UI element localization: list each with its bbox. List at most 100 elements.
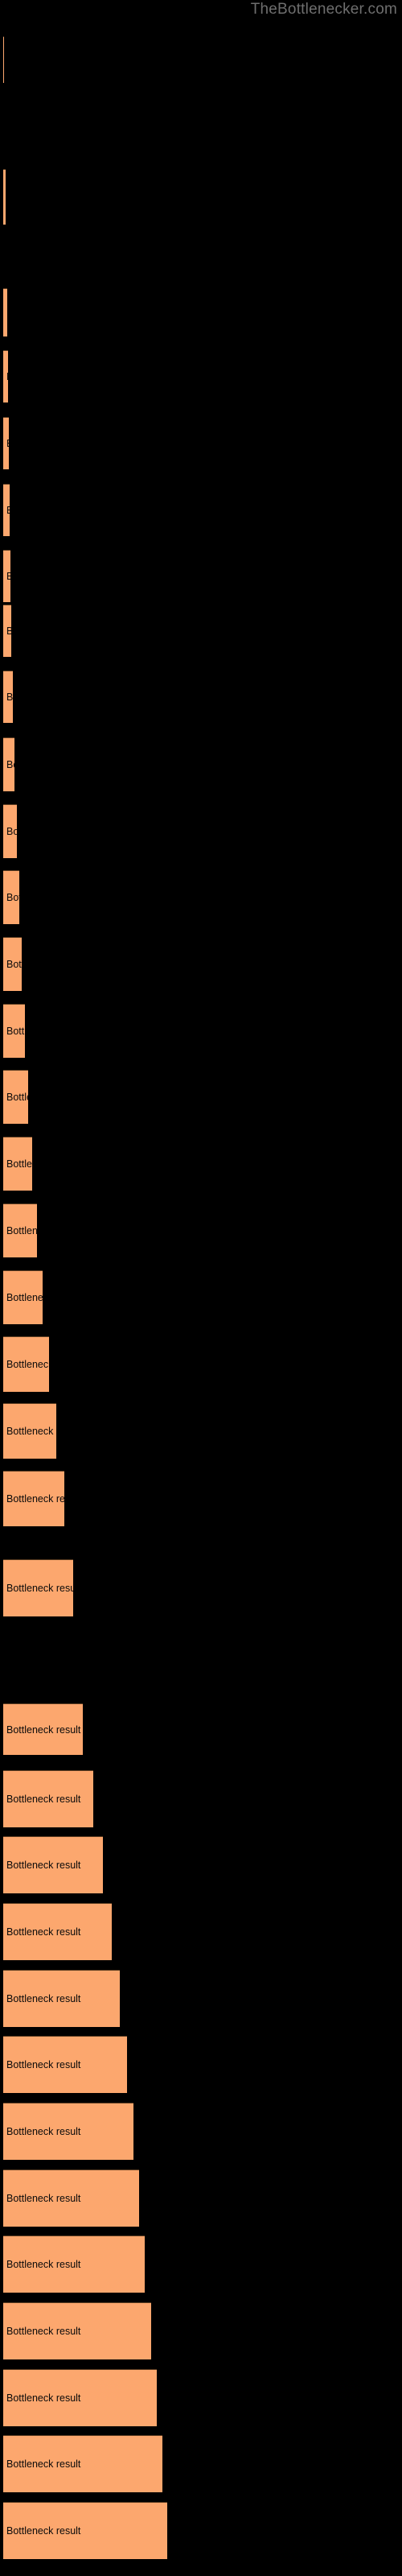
bottleneck-result-bar[interactable]: Bottleneck result [3, 1559, 73, 1616]
bottleneck-result-bar[interactable]: Bottleneck result [3, 1770, 93, 1827]
bar-label: Bottleneck result [6, 892, 19, 903]
bar-row: Bottleneck result [0, 804, 402, 858]
bottleneck-result-bar[interactable]: Bottleneck result [3, 1336, 49, 1392]
bar-label: Bottleneck result [6, 1724, 81, 1736]
bar-row: Bottleneck result [0, 1903, 402, 1960]
bar-row: Bottleneck result [0, 1403, 402, 1459]
bottleneck-result-bar[interactable]: Bottleneck result [3, 870, 19, 924]
bar-label: Bottleneck result [6, 2458, 81, 2470]
bar-row: Bottleneck result [0, 737, 402, 791]
bar-label: Bottleneck result [6, 1158, 32, 1170]
bar-row: Bottleneck result [0, 1336, 402, 1392]
bar-label: Bottleneck result [6, 2392, 81, 2404]
bar-label: Bottleneck result [6, 1092, 28, 1103]
bar-row: Bottleneck result [0, 1970, 402, 2027]
bar-row: Bottleneck result [0, 288, 402, 336]
bar-row: Bottleneck result [0, 1270, 402, 1324]
bar-label: Bottleneck result [6, 1583, 73, 1594]
bar-label: Bottleneck result [6, 438, 9, 449]
bottleneck-result-bar[interactable]: Bottleneck result [3, 2302, 151, 2359]
bottleneck-result-bar[interactable]: Bottleneck result [3, 1403, 56, 1459]
bar-label: Bottleneck result [6, 1225, 37, 1236]
bottleneck-result-bar[interactable]: Bottleneck result [3, 671, 13, 723]
bar-row: Bottleneck result [0, 169, 402, 225]
bar-row: Bottleneck result [0, 671, 402, 723]
bar-row: Bottleneck result [0, 1703, 402, 1755]
bar-row: Bottleneck result [0, 484, 402, 536]
bottleneck-result-bar[interactable]: Bottleneck result [3, 1703, 83, 1755]
bar-label: Bottleneck result [6, 2193, 81, 2204]
bar-label: Bottleneck result [6, 1426, 56, 1437]
bottleneck-result-bar[interactable]: Bottleneck result [3, 350, 8, 402]
bottleneck-result-bar[interactable]: Bottleneck result [3, 484, 10, 536]
bottleneck-result-bar[interactable]: Bottleneck result [3, 1471, 64, 1526]
bar-label: Bottleneck result [6, 505, 10, 516]
bar-row: Bottleneck result [0, 1070, 402, 1124]
bottleneck-result-bar[interactable]: Bottleneck result [3, 2435, 162, 2492]
bar-row: Bottleneck result [0, 350, 402, 402]
bar-label: Bottleneck result [6, 759, 14, 770]
bottleneck-result-bar[interactable]: Bottleneck result [3, 1970, 120, 2027]
bottleneck-result-bar[interactable]: Bottleneck result [3, 804, 17, 858]
bar-label: Bottleneck result [6, 691, 13, 703]
bar-label: Bottleneck result [6, 571, 10, 582]
bottleneck-result-bar[interactable]: Bottleneck result [3, 2502, 167, 2559]
bar-row: Bottleneck result [0, 1203, 402, 1257]
bar-label: Bottleneck result [6, 959, 22, 970]
bar-label: Bottleneck result [6, 2326, 81, 2337]
bottleneck-result-bar[interactable]: Bottleneck result [3, 1137, 32, 1191]
bar-label: Bottleneck result [6, 371, 8, 382]
bottleneck-result-bar[interactable]: Bottleneck result [3, 937, 22, 991]
bar-row: Bottleneck result [0, 2369, 402, 2426]
bar-label: Bottleneck result [6, 2525, 81, 2537]
bar-row: Bottleneck result [0, 1137, 402, 1191]
bar-row: Bottleneck result [0, 2169, 402, 2227]
bar-label: Bottleneck result [6, 625, 11, 637]
bar-row: Bottleneck result [0, 2103, 402, 2160]
bar-row: Bottleneck result [0, 605, 402, 657]
bottleneck-result-bar[interactable]: Bottleneck result [3, 2369, 157, 2426]
bottleneck-result-bar[interactable]: Bottleneck result [3, 605, 11, 657]
bottleneck-result-bar[interactable]: Bottleneck result [3, 288, 7, 336]
bar-label: Bottleneck result [6, 2259, 81, 2270]
bottleneck-result-bar[interactable]: Bottleneck result [3, 1004, 25, 1058]
bottleneck-result-bar[interactable]: Bottleneck result [3, 737, 14, 791]
bottleneck-result-bar[interactable]: Bottleneck result [3, 1270, 43, 1324]
bar-label: Bottleneck result [6, 826, 17, 837]
bar-row: Bottleneck result [0, 1770, 402, 1827]
bar-row: Bottleneck result [0, 1836, 402, 1893]
bottleneck-result-bar[interactable]: Bottleneck result [3, 2235, 145, 2293]
bar-row: Bottleneck result [0, 2435, 402, 2492]
bar-label: Bottleneck result [6, 1292, 43, 1303]
bar-label: Bottleneck result [6, 2059, 81, 2070]
bar-row: Bottleneck result [0, 2502, 402, 2559]
bottleneck-result-bar[interactable]: Bottleneck result [3, 1070, 28, 1124]
bar-row: Bottleneck result [0, 937, 402, 991]
bottleneck-result-bar[interactable]: Bottleneck result [3, 169, 6, 225]
bar-label: Bottleneck result [6, 1359, 49, 1370]
bar-row: Bottleneck result [0, 1559, 402, 1616]
bar-row: Bottleneck result [0, 417, 402, 469]
bar-row: Bottleneck result [0, 1004, 402, 1058]
bottleneck-result-bar[interactable]: Bottleneck result [3, 2169, 139, 2227]
bar-row: Bottleneck result [0, 870, 402, 924]
bottleneck-result-bar[interactable]: Bottleneck result [3, 417, 9, 469]
bottleneck-result-bar[interactable]: Bottleneck result [3, 36, 4, 83]
bar-row: Bottleneck result [0, 550, 402, 602]
bar-label: Bottleneck result [6, 308, 7, 319]
bar-row: Bottleneck result [0, 2302, 402, 2359]
bar-row: Bottleneck result [0, 2036, 402, 2093]
bar-label: Bottleneck result [6, 1860, 81, 1871]
bar-label: Bottleneck result [6, 1493, 64, 1505]
bottleneck-bar-chart: Bottleneck result Bottleneck result Bottle… [0, 0, 402, 2576]
bottleneck-result-bar[interactable]: Bottleneck result [3, 2103, 133, 2160]
bottleneck-result-bar[interactable]: Bottleneck result [3, 1203, 37, 1257]
bottleneck-result-bar[interactable]: Bottleneck result [3, 2036, 127, 2093]
bar-row: Bottleneck result [0, 36, 402, 83]
bar-label: Bottleneck result [6, 1026, 25, 1037]
bottleneck-result-bar[interactable]: Bottleneck result [3, 1903, 112, 1960]
bottleneck-result-bar[interactable]: Bottleneck result [3, 550, 10, 602]
bar-label: Bottleneck result [6, 1926, 81, 1938]
bottleneck-result-bar[interactable]: Bottleneck result [3, 1836, 103, 1893]
bar-label: Bottleneck result [6, 1794, 81, 1805]
